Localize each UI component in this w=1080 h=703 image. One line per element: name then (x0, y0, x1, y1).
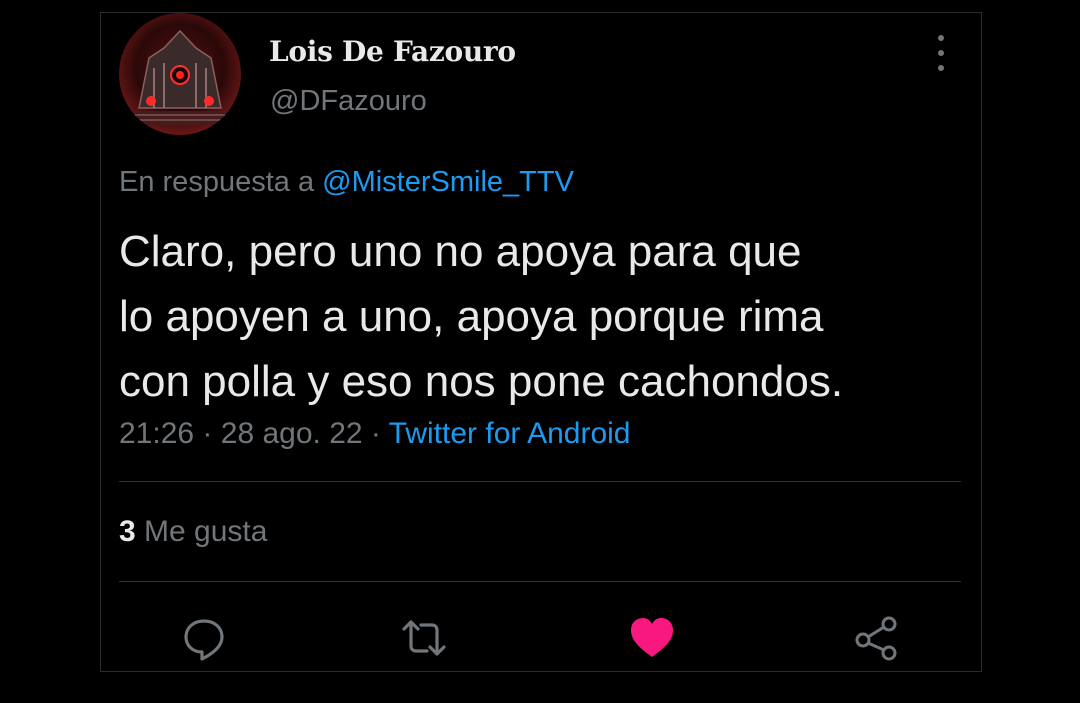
tweet-line: Claro, pero uno no apoya para que (119, 227, 802, 276)
avatar[interactable] (119, 13, 241, 135)
tweet-date[interactable]: 28 ago. 22 (221, 417, 363, 450)
like-heart-icon[interactable] (627, 613, 677, 663)
share-icon[interactable] (851, 613, 901, 663)
meta-separator: · (370, 417, 381, 450)
reply-context: En respuesta a @MisterSmile_TTV (119, 166, 574, 199)
reply-icon[interactable] (179, 613, 229, 663)
retweet-icon[interactable] (399, 613, 449, 663)
tweet-text: Claro, pero uno no apoya para que lo apo… (119, 219, 969, 414)
tweet-time[interactable]: 21:26 (119, 417, 194, 450)
likes-count: 3 (119, 515, 136, 548)
tweet-card: Lois De Fazouro @DFazouro En respuesta a… (100, 12, 982, 672)
likes-summary[interactable]: 3 Me gusta (119, 515, 267, 549)
tweet-meta: 21:26 · 28 ago. 22 · Twitter for Android (119, 417, 630, 451)
more-options-icon[interactable] (933, 35, 949, 71)
author-handle[interactable]: @DFazouro (270, 85, 427, 118)
author-name[interactable]: Lois De Fazouro (269, 35, 516, 68)
divider (119, 481, 961, 482)
tweet-line: lo apoyen a uno, apoya porque rima (119, 292, 824, 341)
meta-separator: · (202, 417, 213, 450)
divider (119, 581, 961, 582)
reply-mention-link[interactable]: @MisterSmile_TTV (322, 166, 574, 198)
tweet-source-link[interactable]: Twitter for Android (389, 417, 631, 450)
likes-label: Me gusta (144, 515, 268, 548)
tweet-line: con polla y eso nos pone cachondos. (119, 357, 844, 406)
reply-prefix: En respuesta a (119, 166, 315, 198)
action-bar (101, 607, 981, 667)
